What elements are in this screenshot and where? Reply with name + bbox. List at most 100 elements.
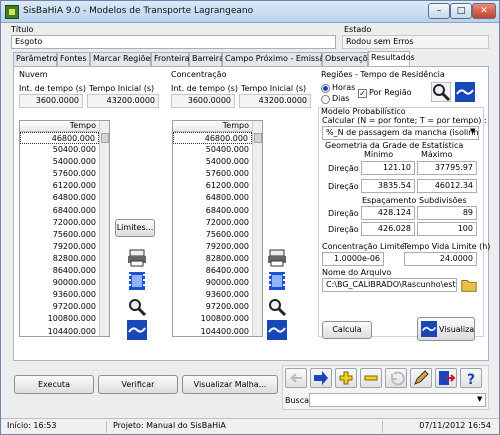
list-item[interactable]: 82800.000 xyxy=(173,253,252,265)
radio-dias[interactable] xyxy=(321,95,330,104)
sub-label: Subdivisões xyxy=(419,196,467,205)
edit-pencil-icon[interactable] xyxy=(410,368,432,388)
min-x-field[interactable]: 121.10 xyxy=(361,161,415,175)
list-item[interactable]: 50400.000 xyxy=(20,144,99,156)
list-item[interactable]: 86400.000 xyxy=(20,265,99,277)
conc-scrollbar[interactable] xyxy=(252,121,262,336)
max-x-field[interactable]: 37795.97 xyxy=(417,161,477,175)
conc-limite-field[interactable]: 1.0000e-06 xyxy=(322,252,384,266)
film-icon[interactable] xyxy=(267,271,287,291)
tab-fronteira[interactable]: Fronteira xyxy=(151,52,190,66)
calcula-button[interactable]: Calcula xyxy=(322,321,372,339)
tab-observacoes[interactable]: Observações xyxy=(322,52,377,66)
wave-icon[interactable] xyxy=(455,82,475,102)
list-item[interactable]: 72000.000 xyxy=(20,217,99,229)
list-item[interactable]: 68400.000 xyxy=(173,205,252,217)
radio-horas[interactable] xyxy=(321,84,330,93)
wave-icon[interactable] xyxy=(127,320,147,340)
calc-select[interactable]: %_N de passagem da mancha (isolinhas) xyxy=(322,126,479,140)
title-input[interactable]: Esgoto xyxy=(11,35,336,49)
nuvem-scroll-thumb[interactable] xyxy=(101,133,109,143)
remove-icon[interactable] xyxy=(360,368,382,388)
list-item[interactable]: 104400.000 xyxy=(20,326,99,337)
chevron-down-icon[interactable]: ▼ xyxy=(477,395,482,403)
verificar-button[interactable]: Verificar xyxy=(98,375,178,394)
list-item[interactable]: 79200.000 xyxy=(173,241,252,253)
print-icon[interactable] xyxy=(267,248,287,268)
state-field: Rodou sem Erros xyxy=(342,35,489,49)
list-item[interactable]: 82800.000 xyxy=(20,253,99,265)
add-icon[interactable] xyxy=(335,368,357,388)
tab-campo-proximo[interactable]: Campo Próximo - Emissários xyxy=(222,52,339,66)
list-item[interactable]: 93600.000 xyxy=(20,289,99,301)
wave-icon[interactable] xyxy=(267,320,287,340)
list-item[interactable]: 104400.000 xyxy=(173,326,252,337)
list-item[interactable]: 79200.000 xyxy=(20,241,99,253)
visualizar-malha-button[interactable]: Visualizar Malha... xyxy=(182,375,278,394)
sub-y-field[interactable]: 100 xyxy=(417,222,477,236)
nuvem-tini-field: 43200.0000 xyxy=(87,94,159,108)
exit-icon[interactable] xyxy=(435,368,457,388)
tab-resultados[interactable]: Resultados xyxy=(368,51,415,66)
list-item[interactable]: 75600.000 xyxy=(173,229,252,241)
executa-button[interactable]: Executa xyxy=(14,375,94,394)
visualiza-button[interactable]: Visualiza xyxy=(417,317,475,341)
list-item[interactable]: 57600.000 xyxy=(20,168,99,180)
tab-fontes[interactable]: Fontes xyxy=(57,52,90,66)
list-item[interactable]: 54000.000 xyxy=(173,156,252,168)
grade-title: Geometria da Grade de Estatística xyxy=(325,141,464,150)
list-item[interactable]: 54000.000 xyxy=(20,156,99,168)
list-item[interactable]: 46800.000 xyxy=(20,132,99,145)
list-item[interactable]: 61200.000 xyxy=(173,180,252,192)
list-item[interactable]: 97200.000 xyxy=(173,301,252,313)
forward-arrow-icon[interactable] xyxy=(310,368,332,388)
undo-icon[interactable] xyxy=(385,368,407,388)
tab-marcar-regioes[interactable]: Marcar Regiões xyxy=(90,52,154,66)
tab-parametros[interactable]: Parâmetros xyxy=(13,52,62,66)
nuvem-time-list[interactable]: Tempo 46800.000 50400.000 54000.000 57600.0… xyxy=(19,120,110,337)
list-item[interactable]: 90000.000 xyxy=(173,277,252,289)
limites-button[interactable]: Limites... xyxy=(115,219,155,237)
minimize-button[interactable]: – xyxy=(428,3,450,19)
zoom-icon[interactable] xyxy=(127,297,147,317)
tempo-vida-field[interactable]: 24.0000 xyxy=(404,252,477,266)
close-button[interactable]: ✕ xyxy=(472,3,496,19)
print-icon[interactable] xyxy=(127,248,147,268)
min-y-field[interactable]: 3835.54 xyxy=(361,179,415,193)
conc-scroll-thumb[interactable] xyxy=(254,133,262,143)
chevron-down-icon[interactable]: ▼ xyxy=(470,127,475,135)
zoom-icon[interactable] xyxy=(431,82,451,102)
list-item[interactable]: 100800.000 xyxy=(173,313,252,325)
film-icon[interactable] xyxy=(127,271,147,291)
por-regiao-checkbox[interactable]: ✓ xyxy=(358,89,367,98)
back-arrow-icon[interactable] xyxy=(285,368,307,388)
arquivo-field[interactable]: C:\BG_CALIBRADO\Rascunho\estatistica xyxy=(322,278,457,292)
list-item[interactable]: 68400.000 xyxy=(20,205,99,217)
list-item[interactable]: 75600.000 xyxy=(20,229,99,241)
list-item[interactable]: 93600.000 xyxy=(173,289,252,301)
zoom-icon[interactable] xyxy=(267,297,287,317)
list-item[interactable]: 57600.000 xyxy=(173,168,252,180)
sub-x-field[interactable]: 89 xyxy=(417,206,477,220)
wave-icon xyxy=(421,321,437,337)
maximize-button[interactable]: □ xyxy=(450,3,472,19)
list-item[interactable]: 46800.000 xyxy=(173,132,252,145)
list-item[interactable]: 97200.000 xyxy=(20,301,99,313)
esp-y-field[interactable]: 426.028 xyxy=(361,222,415,236)
list-item[interactable]: 72000.000 xyxy=(173,217,252,229)
list-item[interactable]: 61200.000 xyxy=(20,180,99,192)
esp-x-field[interactable]: 428.124 xyxy=(361,206,415,220)
nuvem-scrollbar[interactable] xyxy=(99,121,109,336)
folder-icon[interactable] xyxy=(460,276,478,294)
list-item[interactable]: 90000.000 xyxy=(20,277,99,289)
conc-time-list[interactable]: Tempo 46800.000 50400.000 54000.000 57600.0… xyxy=(172,120,263,337)
list-item[interactable]: 100800.000 xyxy=(20,313,99,325)
max-y-field[interactable]: 46012.34 xyxy=(417,179,477,193)
busca-input[interactable] xyxy=(309,393,486,407)
tab-barreira[interactable]: Barreira xyxy=(189,52,224,66)
list-item[interactable]: 86400.000 xyxy=(173,265,252,277)
help-icon[interactable]: ? xyxy=(460,368,482,388)
list-item[interactable]: 50400.000 xyxy=(173,144,252,156)
list-item[interactable]: 64800.000 xyxy=(20,192,99,204)
list-item[interactable]: 64800.000 xyxy=(173,192,252,204)
